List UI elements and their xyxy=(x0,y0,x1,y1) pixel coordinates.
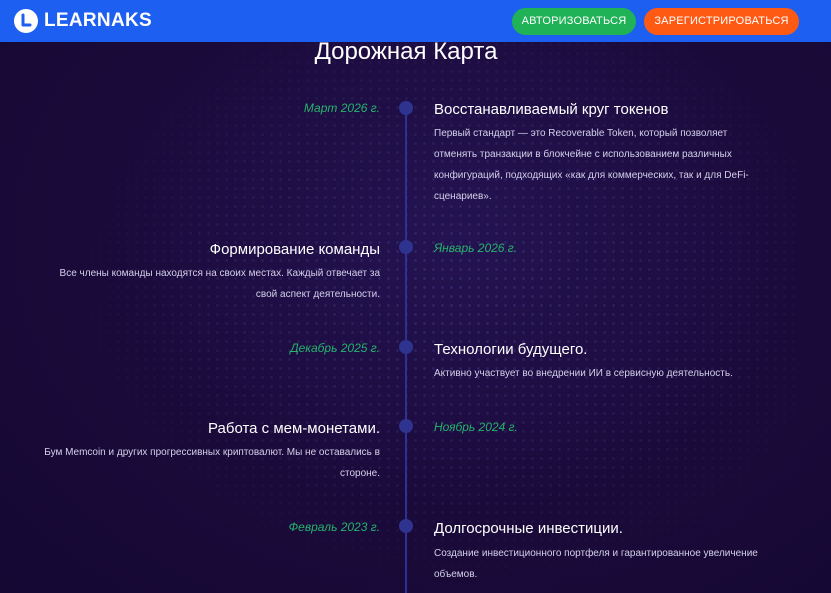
timeline-dot xyxy=(399,101,413,115)
timeline-item-title: Формирование команды xyxy=(209,241,380,258)
top-header: LEARNAKS АВТОРИЗОВАТЬСЯ ЗАРЕГИСТРИРОВАТЬ… xyxy=(0,0,831,42)
page-title: Дорожная Карта xyxy=(314,38,498,65)
timeline-date: Ноябрь 2024 г. xyxy=(434,420,518,434)
timeline-dot xyxy=(399,340,413,354)
timeline-item-title: Долгосрочные инвестиции. xyxy=(434,520,623,537)
timeline-date: Март 2026 г. xyxy=(303,101,380,115)
timeline-item-desc: Все члены команды находятся на своих мес… xyxy=(59,268,380,300)
logo-text: LEARNAKS xyxy=(44,10,152,31)
timeline-item-desc: Первый стандарт — это Recoverable Token,… xyxy=(434,128,749,202)
timeline-dot xyxy=(399,519,413,533)
timeline-item-title: Работа с мем-монетами. xyxy=(208,420,380,437)
timeline-date: Январь 2026 г. xyxy=(434,241,518,255)
register-button[interactable]: ЗАРЕГИСТРИРОВАТЬСЯ xyxy=(644,7,799,35)
timeline-dot xyxy=(399,240,413,254)
login-button[interactable]: АВТОРИЗОВАТЬСЯ xyxy=(512,7,636,35)
timeline-item-desc: Создание инвестиционного портфеля и гара… xyxy=(434,548,758,580)
timeline-item-desc: Бум Memcoin и других прогрессивных крипт… xyxy=(44,447,380,479)
timeline-item-title: Восстанавливаемый круг токенов xyxy=(434,101,669,118)
timeline-item-title: Технологии будущего. xyxy=(434,341,588,358)
timeline-date: Февраль 2023 г. xyxy=(288,520,380,534)
page: LEARNAKS АВТОРИЗОВАТЬСЯ ЗАРЕГИСТРИРОВАТЬ… xyxy=(0,0,831,593)
logo-icon xyxy=(14,9,38,33)
logo[interactable]: LEARNAKS xyxy=(14,9,152,33)
timeline-dot xyxy=(399,419,413,433)
header-buttons: АВТОРИЗОВАТЬСЯ ЗАРЕГИСТРИРОВАТЬСЯ xyxy=(512,7,799,35)
timeline-item-desc: Активно участвует во внедрении ИИ в серв… xyxy=(434,368,733,379)
timeline-date: Декабрь 2025 г. xyxy=(290,341,380,355)
